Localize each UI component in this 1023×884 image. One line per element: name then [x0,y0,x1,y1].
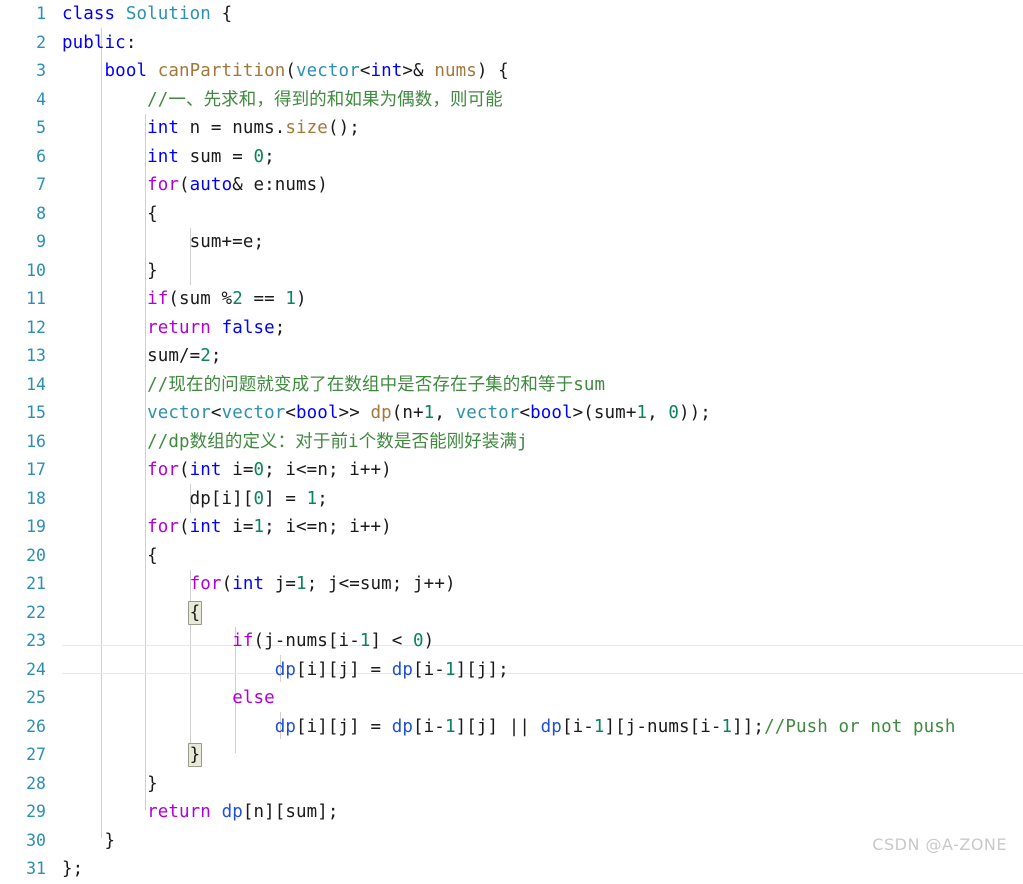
line-source[interactable]: if(j-nums[i-1] < 0) [46,627,434,656]
line-source[interactable]: dp[i][j] = dp[i-1][j] || dp[i-1][j-nums[… [46,713,956,742]
code-line[interactable]: 31}; [0,855,1023,884]
line-source[interactable]: { [46,200,158,229]
line-number: 26 [26,716,46,736]
line-number: 13 [26,346,46,365]
line-number: 25 [26,688,46,707]
line-source[interactable]: int n = nums.size(); [46,114,360,143]
line-number: 3 [36,61,46,80]
line-number: 1 [36,4,46,23]
line-source[interactable]: //现在的问题就变成了在数组中是否存在子集的和等于sum [46,371,605,400]
code-line[interactable]: 7 for(auto& e:nums) [0,171,1023,200]
code-line[interactable]: 25 else [0,684,1023,713]
line-source[interactable]: return dp[n][sum]; [46,798,339,827]
code-line[interactable]: 27 } [0,741,1023,770]
line-source[interactable]: for(int i=1; i<=n; i++) [46,513,392,542]
line-source[interactable]: }; [46,855,83,884]
line-source[interactable]: else [46,684,275,713]
line-number: 30 [26,830,46,850]
code-line[interactable]: 20 { [0,542,1023,571]
code-line[interactable]: 22 { [0,599,1023,628]
line-number: 2 [36,32,46,52]
code-line[interactable]: 3 bool canPartition(vector<int>& nums) { [0,57,1023,86]
line-source[interactable]: } [46,827,116,856]
line-number: 27 [26,745,46,764]
code-line[interactable]: 13 sum/=2; [0,342,1023,371]
line-number: 10 [26,260,46,280]
code-line[interactable]: 12 return false; [0,314,1023,343]
line-number: 6 [36,146,46,166]
code-line[interactable]: 17 for(int i=0; i<=n; i++) [0,456,1023,485]
line-source[interactable]: if(sum %2 == 1) [46,285,307,314]
line-source[interactable]: for(auto& e:nums) [46,171,328,200]
line-source[interactable]: for(int i=0; i<=n; i++) [46,456,392,485]
code-line[interactable]: 28 } [0,770,1023,799]
line-number: 15 [26,403,46,422]
code-line[interactable]: 8 { [0,200,1023,229]
line-number: 5 [36,118,46,137]
line-number: 28 [26,773,46,793]
code-line[interactable]: 18 dp[i][0] = 1; [0,485,1023,514]
line-source[interactable]: dp[i][j] = dp[i-1][j]; [46,656,509,685]
line-source[interactable]: { [46,599,203,628]
code-line[interactable]: 19 for(int i=1; i<=n; i++) [0,513,1023,542]
code-line[interactable]: 6 int sum = 0; [0,143,1023,172]
code-line[interactable]: 21 for(int j=1; j<=sum; j++) [0,570,1023,599]
code-line[interactable]: 2 public: [0,29,1023,58]
line-source[interactable]: } [46,257,158,286]
line-source[interactable]: dp[i][0] = 1; [46,485,328,514]
code-editor[interactable]: 1 class Solution { 2 public: 3 bool canPar… [0,0,1023,879]
line-number: 4 [36,89,46,109]
code-line[interactable]: 30 } [0,827,1023,856]
code-line[interactable]: 15 vector<vector<bool>> dp(n+1, vector<b… [0,399,1023,428]
line-source[interactable]: } [46,741,203,770]
line-source[interactable]: sum+=e; [46,228,264,257]
code-line[interactable]: 23 if(j-nums[i-1] < 0) [0,627,1023,656]
line-number: 22 [26,602,46,622]
line-number: 31 [26,859,46,878]
line-number: 18 [26,488,46,508]
line-source[interactable]: } [46,770,158,799]
line-number: 7 [36,175,46,194]
code-line current-line[interactable]: 24 dp[i][j] = dp[i-1][j]; [0,656,1023,685]
line-source[interactable]: public: [46,29,136,58]
line-number: 23 [26,631,46,650]
line-source[interactable]: vector<vector<bool>> dp(n+1, vector<bool… [46,399,711,428]
bracket-match-close: } [187,743,203,767]
line-number: 14 [26,374,46,394]
line-source[interactable]: bool canPartition(vector<int>& nums) { [46,57,509,86]
line-source[interactable]: { [46,542,158,571]
code-line[interactable]: 11 if(sum %2 == 1) [0,285,1023,314]
code-line[interactable]: 5 int n = nums.size(); [0,114,1023,143]
line-source[interactable]: for(int j=1; j<=sum; j++) [46,570,456,599]
code-line[interactable]: 16 //dp数组的定义：对于前i个数是否能刚好装满j [0,428,1023,457]
code-line[interactable]: 26 dp[i][j] = dp[i-1][j] || dp[i-1][j-nu… [0,713,1023,742]
csdn-watermark: CSDN @A-ZONE [872,835,1007,854]
bracket-match-open: { [187,600,203,625]
line-number: 11 [26,289,46,308]
line-number: 24 [26,659,46,679]
line-source[interactable]: return false; [46,314,285,343]
code-line[interactable]: 4 //一、先求和，得到的和如果为偶数，则可能 [0,86,1023,115]
code-line[interactable]: 29 return dp[n][sum]; [0,798,1023,827]
code-content[interactable]: 1 class Solution { 2 public: 3 bool canPar… [0,0,1023,884]
line-number: 21 [26,574,46,593]
line-source[interactable]: class Solution { [46,0,232,29]
line-number: 9 [36,232,46,251]
code-line[interactable]: 14 //现在的问题就变成了在数组中是否存在子集的和等于sum [0,371,1023,400]
line-number: 29 [26,802,46,821]
line-source[interactable]: sum/=2; [46,342,222,371]
line-number: 19 [26,517,46,536]
line-number: 17 [26,460,46,479]
code-line[interactable]: 10 } [0,257,1023,286]
line-source[interactable]: //dp数组的定义：对于前i个数是否能刚好装满j [46,428,528,457]
line-source[interactable]: //一、先求和，得到的和如果为偶数，则可能 [46,86,503,115]
code-line[interactable]: 1 class Solution { [0,0,1023,29]
line-number: 16 [26,431,46,451]
line-number: 12 [26,317,46,337]
line-source[interactable]: int sum = 0; [46,143,275,172]
code-line[interactable]: 9 sum+=e; [0,228,1023,257]
line-number: 8 [36,203,46,223]
line-number: 20 [26,545,46,565]
